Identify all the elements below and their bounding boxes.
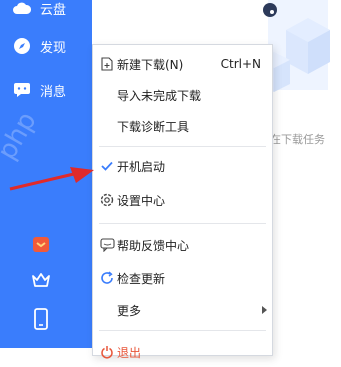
sidebar-item-messages[interactable]: 消息	[12, 80, 66, 100]
sidebar-item-label: 发现	[40, 40, 67, 56]
chevron-right-icon	[262, 306, 267, 314]
sidebar-item-cloud[interactable]: 云盘	[12, 0, 66, 18]
menu-item-label: 设置中心	[117, 193, 166, 208]
annotation-arrow	[9, 167, 94, 191]
menu-item-settings[interactable]: 设置中心	[93, 185, 272, 215]
cloud-icon	[12, 0, 32, 18]
message-icon	[12, 80, 32, 100]
phone-icon[interactable]	[29, 307, 53, 331]
menu-divider	[99, 146, 266, 147]
gift-icon[interactable]	[29, 232, 53, 256]
sidebar-item-label: 云盘	[40, 2, 67, 18]
menu-divider	[99, 330, 266, 331]
menu-item-label: 退出	[117, 345, 142, 360]
empty-hint-text: 在下载任务	[270, 133, 325, 146]
menu-item-new-download[interactable]: 新建下载(N) Ctrl+N	[93, 49, 272, 79]
menu-item-label: 检查更新	[117, 271, 166, 286]
sidebar-item-label: 消息	[40, 84, 67, 100]
watermark: php	[0, 107, 43, 165]
sidebar-item-discover[interactable]: 发现	[12, 36, 66, 56]
menu-item-autostart[interactable]: 开机启动	[93, 151, 272, 181]
checkmark-icon	[99, 158, 115, 174]
crown-icon[interactable]	[29, 268, 53, 292]
shortcut-label: Ctrl+N	[220, 57, 261, 71]
compass-icon	[12, 36, 32, 56]
power-icon	[99, 344, 115, 360]
menu-item-diagnose[interactable]: 下载诊断工具	[93, 111, 272, 141]
menu-item-check-update[interactable]: 检查更新	[93, 263, 272, 293]
menu-item-label: 更多	[117, 303, 142, 318]
menu-item-label: 开机启动	[117, 159, 166, 174]
menu-item-label: 帮助反馈中心	[117, 238, 190, 253]
menu-item-exit[interactable]: 退出	[93, 337, 272, 367]
context-menu: 新建下载(N) Ctrl+N 导入未完成下载 下载诊断工具 开机启动 设置中心 …	[92, 44, 273, 360]
feedback-icon	[99, 237, 115, 253]
menu-item-help[interactable]: 帮助反馈中心	[93, 230, 272, 260]
menu-item-label: 下载诊断工具	[117, 119, 190, 134]
gear-icon	[99, 192, 115, 208]
menu-item-more[interactable]: 更多	[93, 295, 272, 325]
new-file-icon	[99, 56, 115, 72]
menu-item-label: 新建下载(N)	[117, 57, 184, 72]
menu-item-import[interactable]: 导入未完成下载	[93, 80, 272, 110]
menu-divider	[99, 223, 266, 224]
refresh-icon	[99, 270, 115, 286]
menu-item-label: 导入未完成下载	[117, 88, 202, 103]
